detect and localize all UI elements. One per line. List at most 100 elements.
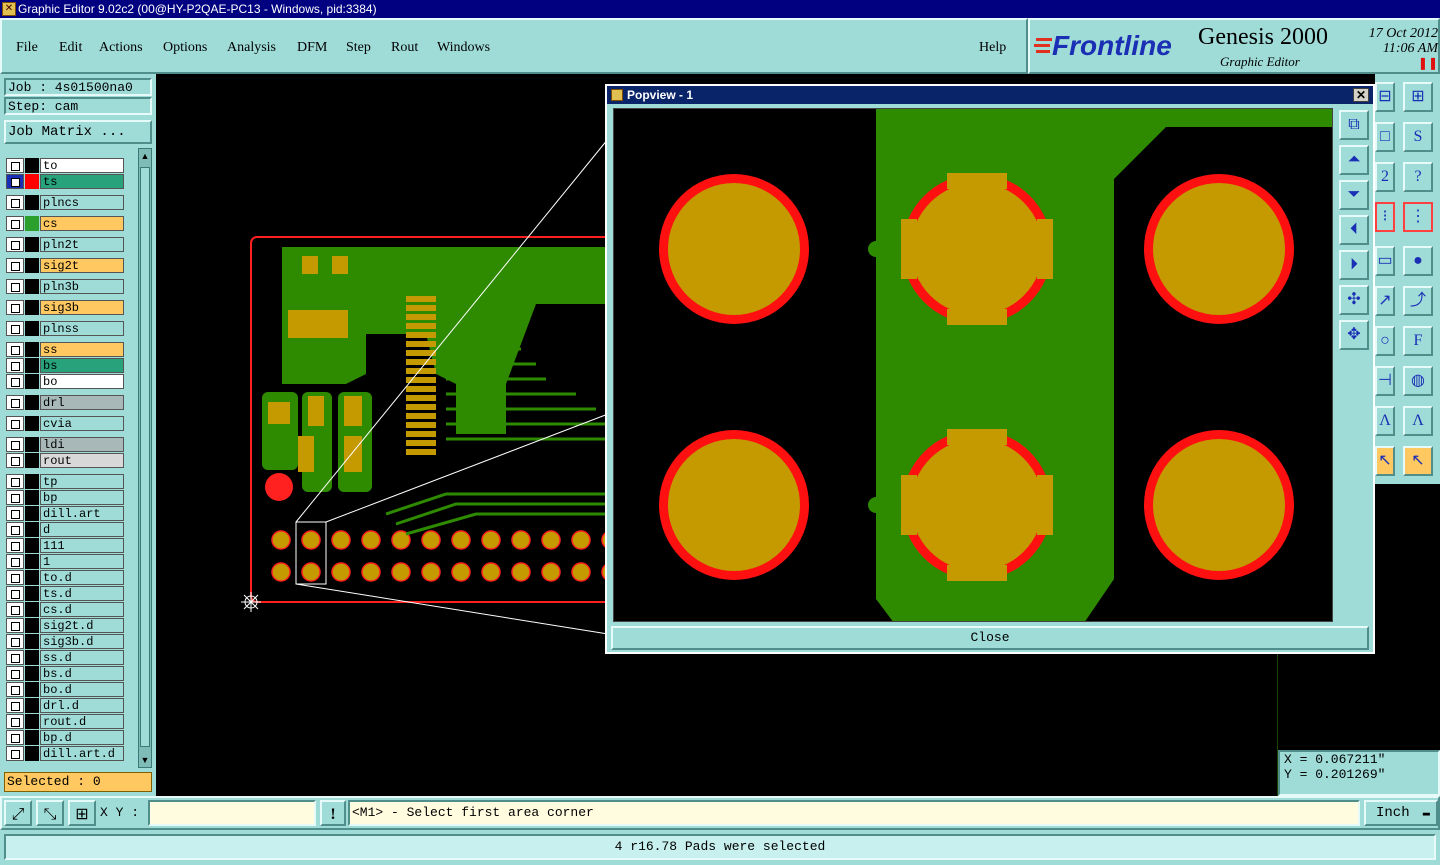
layer-row[interactable]: drl bbox=[6, 395, 124, 410]
layer-checkbox[interactable] bbox=[6, 258, 24, 273]
layer-checkbox[interactable] bbox=[6, 158, 24, 173]
layer-row[interactable]: dill.art.d bbox=[6, 746, 124, 761]
layer-color-swatch[interactable] bbox=[25, 714, 39, 729]
layer-name[interactable]: bs.d bbox=[40, 666, 124, 681]
layer-name[interactable]: bo bbox=[40, 374, 124, 389]
layer-name[interactable]: drl bbox=[40, 395, 124, 410]
layer-checkbox[interactable] bbox=[6, 216, 24, 231]
layer-name[interactable]: cvia bbox=[40, 416, 124, 431]
layer-row[interactable]: bo bbox=[6, 374, 124, 389]
layer-name[interactable]: d bbox=[40, 522, 124, 537]
layer-color-swatch[interactable] bbox=[25, 300, 39, 315]
layer-checkbox[interactable] bbox=[6, 682, 24, 697]
select-pointer-icon[interactable]: ↖ bbox=[1403, 446, 1433, 476]
layer-row[interactable]: bo.d bbox=[6, 682, 124, 697]
layer-color-swatch[interactable] bbox=[25, 237, 39, 252]
layer-row[interactable]: plncs bbox=[6, 195, 124, 210]
layer-checkbox[interactable] bbox=[6, 395, 24, 410]
tool-partial-icon[interactable]: □ bbox=[1375, 122, 1395, 152]
layer-row[interactable]: cs.d bbox=[6, 602, 124, 617]
layer-checkbox[interactable] bbox=[6, 650, 24, 665]
pan-down-icon[interactable]: ⏷ bbox=[1339, 180, 1369, 210]
layer-color-swatch[interactable] bbox=[25, 195, 39, 210]
layer-color-swatch[interactable] bbox=[25, 490, 39, 505]
layer-checkbox[interactable] bbox=[6, 195, 24, 210]
layer-name[interactable]: dill.art bbox=[40, 506, 124, 521]
layer-color-swatch[interactable] bbox=[25, 453, 39, 468]
layer-row[interactable]: plnss bbox=[6, 321, 124, 336]
layer-row[interactable]: sig3b bbox=[6, 300, 124, 315]
scrollbar-thumb[interactable] bbox=[140, 167, 150, 747]
layer-name[interactable]: bs bbox=[40, 358, 124, 373]
layer-color-swatch[interactable] bbox=[25, 522, 39, 537]
layer-checkbox[interactable] bbox=[6, 522, 24, 537]
layer-row[interactable]: bp bbox=[6, 490, 124, 505]
connect-points-icon[interactable]: ⤴ bbox=[1403, 286, 1433, 316]
layer-row[interactable]: dill.art bbox=[6, 506, 124, 521]
net-select-icon[interactable]: ⋮ bbox=[1403, 202, 1433, 232]
menu-edit[interactable]: Edit bbox=[59, 40, 82, 56]
layer-row[interactable]: rout.d bbox=[6, 714, 124, 729]
menu-windows[interactable]: Windows bbox=[437, 40, 490, 56]
layer-row[interactable]: ts bbox=[6, 174, 124, 189]
layer-name[interactable]: plncs bbox=[40, 195, 124, 210]
unit-selector[interactable]: Inch ▬ bbox=[1364, 800, 1438, 826]
menu-analysis[interactable]: Analysis bbox=[227, 40, 276, 56]
layer-color-swatch[interactable] bbox=[25, 174, 39, 189]
layer-row[interactable]: sig3b.d bbox=[6, 634, 124, 649]
layer-color-swatch[interactable] bbox=[25, 416, 39, 431]
layer-checkbox[interactable] bbox=[6, 342, 24, 357]
layer-row[interactable]: pln2t bbox=[6, 237, 124, 252]
layer-row[interactable]: rout bbox=[6, 453, 124, 468]
layer-color-swatch[interactable] bbox=[25, 650, 39, 665]
popview-zoom-view[interactable] bbox=[613, 108, 1333, 622]
layer-name[interactable]: plnss bbox=[40, 321, 124, 336]
layer-name[interactable]: sig3b bbox=[40, 300, 124, 315]
help-query-icon[interactable]: ? bbox=[1403, 162, 1433, 192]
measure-icon[interactable]: Λ bbox=[1403, 406, 1433, 436]
popview-title-bar[interactable]: Popview - 1 ✕ bbox=[607, 86, 1373, 104]
layer-color-swatch[interactable] bbox=[25, 746, 39, 761]
layer-color-swatch[interactable] bbox=[25, 279, 39, 294]
layer-color-swatch[interactable] bbox=[25, 158, 39, 173]
layer-name[interactable]: pln3b bbox=[40, 279, 124, 294]
s-curve-icon[interactable]: S bbox=[1403, 122, 1433, 152]
layer-row[interactable]: bs bbox=[6, 358, 124, 373]
layer-color-swatch[interactable] bbox=[25, 474, 39, 489]
layer-checkbox[interactable] bbox=[6, 321, 24, 336]
layer-color-swatch[interactable] bbox=[25, 342, 39, 357]
layer-row[interactable]: 1 bbox=[6, 554, 124, 569]
layer-color-swatch[interactable] bbox=[25, 258, 39, 273]
scroll-up-icon[interactable]: ▲ bbox=[140, 151, 150, 161]
layer-row[interactable]: to.d bbox=[6, 570, 124, 585]
layer-name[interactable]: cs.d bbox=[40, 602, 124, 617]
tool-partial-icon[interactable]: ⁝ bbox=[1375, 202, 1395, 232]
layer-checkbox[interactable] bbox=[6, 506, 24, 521]
job-matrix-button[interactable]: Job Matrix ... bbox=[4, 120, 152, 144]
layer-checkbox[interactable] bbox=[6, 374, 24, 389]
layer-checkbox[interactable] bbox=[6, 746, 24, 761]
layer-checkbox[interactable] bbox=[6, 698, 24, 713]
menu-actions[interactable]: Actions bbox=[99, 40, 143, 56]
layer-color-swatch[interactable] bbox=[25, 554, 39, 569]
shapes-icon[interactable]: ◍ bbox=[1403, 366, 1433, 396]
layer-checkbox[interactable] bbox=[6, 666, 24, 681]
menu-file[interactable]: File bbox=[16, 40, 38, 56]
feature-edit-icon[interactable]: F bbox=[1403, 326, 1433, 356]
layer-name[interactable]: cs bbox=[40, 216, 124, 231]
layer-checkbox[interactable] bbox=[6, 279, 24, 294]
layer-checkbox[interactable] bbox=[6, 634, 24, 649]
layer-name[interactable]: sig2t.d bbox=[40, 618, 124, 633]
layer-color-swatch[interactable] bbox=[25, 602, 39, 617]
layer-checkbox[interactable] bbox=[6, 602, 24, 617]
layer-checkbox[interactable] bbox=[6, 300, 24, 315]
layer-name[interactable]: sig2t bbox=[40, 258, 124, 273]
layer-name[interactable]: ldi bbox=[40, 437, 124, 452]
layer-row[interactable]: sig2t bbox=[6, 258, 124, 273]
pan-left-icon[interactable]: ⏴ bbox=[1339, 215, 1369, 245]
layer-checkbox[interactable] bbox=[6, 618, 24, 633]
layer-checkbox[interactable] bbox=[6, 474, 24, 489]
layer-row[interactable]: 111 bbox=[6, 538, 124, 553]
layer-checkbox[interactable] bbox=[6, 453, 24, 468]
layer-checkbox[interactable] bbox=[6, 174, 24, 189]
